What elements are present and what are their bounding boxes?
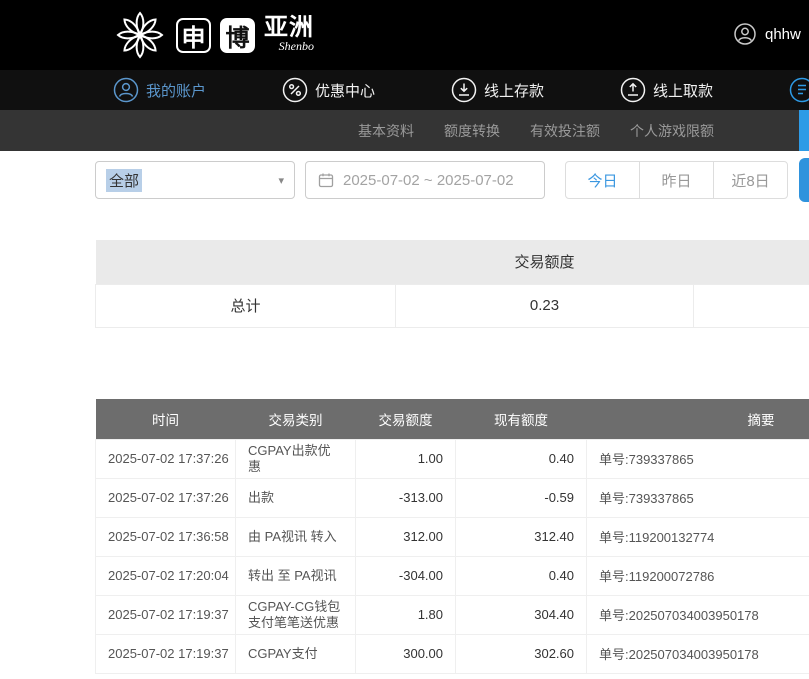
cell-note: 单号:202507034003950178	[587, 634, 809, 673]
page: 申 博 亚洲 Shenbo qhhw	[0, 0, 809, 679]
cell-type: 转出 至 PA视讯	[236, 556, 356, 595]
table-row: 2025-07-02 17:37:26 CGPAY出款优惠 1.00 0.40 …	[96, 439, 809, 478]
cell-amount: 1.00	[356, 439, 456, 478]
summary-header-row: 交易额度	[96, 240, 809, 284]
table-row: 2025-07-02 17:19:37 CGPAY支付 300.00 302.6…	[96, 634, 809, 673]
deposit-icon	[451, 77, 477, 103]
subnav-item-game-limits[interactable]: 个人游戏限额	[630, 121, 714, 141]
range-button-yesterday[interactable]: 昨日	[639, 161, 714, 199]
nav-label: 线上取款	[653, 80, 713, 101]
date-range-input[interactable]: 2025-07-02 ~ 2025-07-02	[305, 161, 545, 199]
user-icon	[113, 77, 139, 103]
column-header-balance: 现有额度	[456, 399, 587, 439]
summary-header-empty	[96, 240, 396, 284]
search-button[interactable]	[799, 158, 809, 202]
cell-time: 2025-07-02 17:36:58	[96, 517, 236, 556]
cell-amount: -304.00	[356, 556, 456, 595]
table-row: 2025-07-02 17:36:58 由 PA视讯 转入 312.00 312…	[96, 517, 809, 556]
cell-type: 出款	[236, 478, 356, 517]
cell-note: 单号:739337865	[587, 439, 809, 478]
right-edge-accent[interactable]	[799, 110, 809, 151]
nav-item-my-account[interactable]: 我的账户	[113, 77, 206, 103]
subnav-item-basic-info[interactable]: 基本资料	[358, 121, 414, 141]
username: qhhw	[765, 26, 801, 43]
calendar-icon	[318, 172, 334, 188]
nav-item-promotions[interactable]: 优惠中心	[282, 77, 375, 103]
table-row: 2025-07-02 17:19:37 CGPAY-CG钱包支付笔笔送优惠 1.…	[96, 595, 809, 634]
cell-balance: 304.40	[456, 595, 587, 634]
table-row: 2025-07-02 17:20:04 转出 至 PA视讯 -304.00 0.…	[96, 556, 809, 595]
table-row: 2025-07-02 17:37:26 出款 -313.00 -0.59 单号:…	[96, 478, 809, 517]
range-button-last-8-days[interactable]: 近8日	[713, 161, 788, 199]
discount-icon	[282, 77, 308, 103]
cell-time: 2025-07-02 17:19:37	[96, 595, 236, 634]
transactions-table: 时间 交易类别 交易额度 现有额度 摘要 2025-07-02 17:37:26…	[95, 399, 809, 674]
nav-item-withdraw[interactable]: 线上取款	[620, 77, 713, 103]
main-nav: 我的账户 优惠中心 线上存款	[0, 70, 809, 110]
summary-total-cutoff	[694, 284, 809, 327]
cell-amount: 1.80	[356, 595, 456, 634]
nav-item-records[interactable]: 往来记录	[789, 77, 809, 103]
logo-region-text: 亚洲	[264, 16, 314, 40]
nav-item-deposit[interactable]: 线上存款	[451, 77, 544, 103]
nav-label: 线上存款	[484, 80, 544, 101]
range-button-today[interactable]: 今日	[565, 161, 640, 199]
chevron-down-icon: ▾	[278, 174, 284, 187]
cell-amount: 300.00	[356, 634, 456, 673]
cell-type: CGPAY支付	[236, 634, 356, 673]
column-header-note: 摘要	[587, 399, 809, 439]
summary-header-label: 交易额度	[396, 240, 694, 284]
cell-note: 单号:119200132774	[587, 517, 809, 556]
top-header: 申 博 亚洲 Shenbo qhhw	[0, 0, 809, 70]
subnav-item-valid-bets[interactable]: 有效投注额	[530, 121, 600, 141]
column-header-type: 交易类别	[236, 399, 356, 439]
cell-note: 单号:202507034003950178	[587, 595, 809, 634]
withdraw-icon	[620, 77, 646, 103]
logo-char-shen: 申	[176, 18, 211, 53]
type-select-value: 全部	[106, 169, 142, 192]
quick-range-group: 今日 昨日 近8日	[565, 161, 788, 199]
logo-char-bo: 博	[220, 18, 255, 53]
cell-note: 单号:739337865	[587, 478, 809, 517]
summary-total-row: 总计 0.23	[96, 284, 809, 327]
cell-amount: 312.00	[356, 517, 456, 556]
logo-subtitle: Shenbo	[279, 39, 314, 54]
logo-region-wrap: 亚洲 Shenbo	[264, 16, 314, 54]
cell-type: CGPAY-CG钱包支付笔笔送优惠	[236, 595, 356, 634]
avatar-icon	[733, 22, 757, 46]
cell-amount: -313.00	[356, 478, 456, 517]
account-menu[interactable]: qhhw	[733, 22, 801, 46]
cell-note: 单号:119200072786	[587, 556, 809, 595]
nav-label: 我的账户	[146, 80, 206, 101]
brand-logo[interactable]: 申 博 亚洲 Shenbo	[113, 8, 314, 62]
date-range-value: 2025-07-02 ~ 2025-07-02	[343, 172, 514, 189]
summary-total-label: 总计	[96, 284, 396, 327]
column-header-amount: 交易额度	[356, 399, 456, 439]
cell-time: 2025-07-02 17:37:26	[96, 478, 236, 517]
column-header-time: 时间	[96, 399, 236, 439]
flower-logo-icon	[113, 8, 167, 62]
summary-header-cutoff	[694, 240, 809, 284]
cell-balance: 302.60	[456, 634, 587, 673]
cell-type: CGPAY出款优惠	[236, 439, 356, 478]
sub-nav: 基本资料 额度转换 有效投注额 个人游戏限额	[0, 110, 809, 151]
cell-balance: 312.40	[456, 517, 587, 556]
transactions-header-row: 时间 交易类别 交易额度 现有额度 摘要	[96, 399, 809, 439]
cell-balance: -0.59	[456, 478, 587, 517]
nav-label: 优惠中心	[315, 80, 375, 101]
cell-balance: 0.40	[456, 439, 587, 478]
subnav-item-credit-transfer[interactable]: 额度转换	[444, 121, 500, 141]
cell-type: 由 PA视讯 转入	[236, 517, 356, 556]
type-select[interactable]: 全部 ▾	[95, 161, 295, 199]
cell-time: 2025-07-02 17:37:26	[96, 439, 236, 478]
cell-balance: 0.40	[456, 556, 587, 595]
summary-total-value: 0.23	[396, 284, 694, 327]
records-icon	[789, 77, 809, 103]
cell-time: 2025-07-02 17:20:04	[96, 556, 236, 595]
cell-time: 2025-07-02 17:19:37	[96, 634, 236, 673]
summary-table: 交易额度 总计 0.23	[95, 240, 809, 328]
